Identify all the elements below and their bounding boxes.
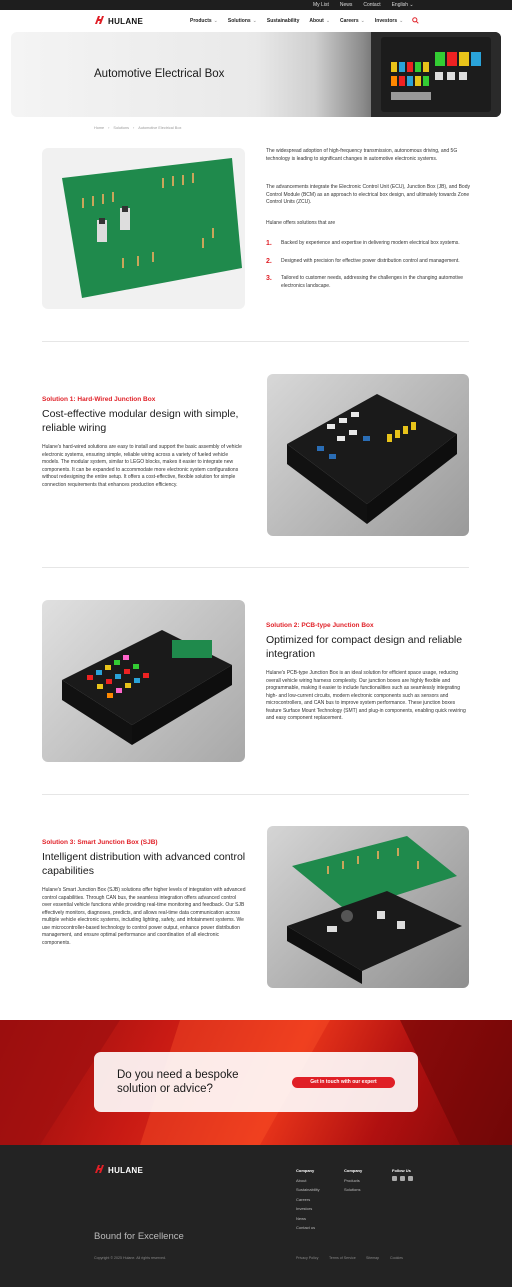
footer-link-solutions[interactable]: Solutions [344, 1185, 362, 1195]
list-item: 3. Tailored to customer needs, addressing… [266, 275, 470, 290]
chevron-right-icon: › [133, 126, 135, 130]
brand-logo[interactable]: HULANE [94, 16, 143, 27]
linkedin-icon[interactable] [392, 1176, 397, 1181]
contact-link[interactable]: Contact [363, 2, 380, 8]
chevron-down-icon: ⌄ [252, 18, 257, 24]
footer-link-products[interactable]: Products [344, 1176, 362, 1186]
solution-2-title: Optimized for compact design and reliabl… [266, 634, 463, 660]
intro-paragraph-3: Hulane offers solutions that are [266, 220, 336, 226]
cta-card: Do you need a bespoke solution or advice… [94, 1052, 418, 1112]
pcb-board-image [42, 148, 245, 309]
chevron-down-icon: ⌄ [399, 18, 404, 24]
menu-item-solutions[interactable]: Solutions ⌄ [228, 18, 257, 24]
primary-menu: Products ⌄ Solutions ⌄ Sustainability Abou… [190, 18, 403, 24]
main-nav: HULANE Products ⌄ Solutions ⌄ Sustainabili… [0, 10, 512, 32]
section-divider [42, 567, 469, 568]
footer-link-careers[interactable]: Careers [296, 1195, 320, 1205]
footer-link-about[interactable]: About [296, 1176, 320, 1186]
copyright-text: Copyright © 2025 Hulane. All rights rese… [94, 1256, 166, 1260]
footer-column-heading: Follow Us [392, 1168, 411, 1173]
solution-3-title: Intelligent distribution with advanced c… [42, 851, 246, 877]
footer-column-heading: Company [296, 1168, 315, 1173]
hero-banner: Automotive Electrical Box [11, 32, 501, 117]
menu-label: About [309, 18, 324, 24]
hard-wired-junction-box-image [267, 374, 469, 536]
chevron-down-icon: ⌄ [325, 18, 331, 24]
list-item: 1. Backed by experience and expertise in … [266, 240, 470, 248]
contact-expert-button[interactable]: Get in touch with our expert [292, 1077, 395, 1088]
list-text: Backed by experience and expertise in de… [281, 240, 460, 246]
menu-item-products[interactable]: Products ⌄ [190, 18, 218, 24]
youtube-icon[interactable] [408, 1176, 413, 1181]
menu-label: Careers [340, 18, 359, 24]
wechat-icon[interactable] [400, 1176, 405, 1181]
section-divider [42, 341, 469, 342]
advantages-list: 1. Backed by experience and expertise in … [266, 240, 470, 300]
footer-link-investors[interactable]: Investors [296, 1204, 320, 1214]
solution-1-body: Hulane's hard-wired solutions are easy t… [42, 444, 242, 488]
cta-question: Do you need a bespoke solution or advice… [117, 1069, 239, 1095]
solution-3-kicker: Solution 3: Smart Junction Box (SJB) [42, 839, 158, 846]
social-links [392, 1176, 413, 1181]
footer-company-column: Company About Sustainability Careers Inv… [296, 1166, 320, 1233]
language-label: English [391, 2, 408, 8]
menu-item-investors[interactable]: Investors ⌄ [375, 18, 403, 24]
breadcrumb: Home › Solutions › Automotive Electrical… [94, 126, 181, 130]
list-number: 2. [266, 257, 272, 265]
page-title: Automotive Electrical Box [94, 68, 225, 80]
hulane-logo-icon [94, 1165, 105, 1175]
terms-link[interactable]: Terms of Service [329, 1256, 356, 1260]
menu-item-careers[interactable]: Careers ⌄ [340, 18, 365, 24]
intro-paragraph-1: The widespread adoption of high-frequenc… [266, 148, 458, 162]
hulane-logo-icon [94, 16, 105, 27]
language-selector[interactable]: English ⌄ [392, 2, 414, 8]
intro-paragraph-2: The advancements integrate the Electroni… [266, 184, 470, 205]
news-link[interactable]: News [340, 2, 353, 8]
footer-link-sustainability[interactable]: Sustainability [296, 1185, 320, 1195]
list-number: 1. [266, 240, 272, 247]
footer-link-news[interactable]: News [296, 1214, 320, 1224]
chevron-right-icon: › [108, 126, 110, 130]
footer-column-heading: Company [344, 1168, 363, 1173]
footer-brand-name: HULANE [108, 1165, 144, 1175]
brand-name: HULANE [108, 17, 144, 26]
list-number: 3. [266, 275, 272, 282]
chevron-down-icon: ⌄ [213, 18, 218, 24]
list-text: Designed with precision for effective po… [281, 257, 460, 264]
footer: HULANE Company About Sustainability Care… [0, 1145, 512, 1287]
smart-junction-box-image [267, 826, 469, 988]
pcb-junction-box-image [42, 600, 245, 762]
solution-1-kicker: Solution 1: Hard-Wired Junction Box [42, 396, 156, 403]
breadcrumb-current: Automotive Electrical Box [138, 126, 182, 130]
menu-label: Products [190, 18, 212, 24]
section-divider [42, 794, 469, 795]
my-list-link[interactable]: My List [313, 2, 329, 8]
footer-link-contact[interactable]: Contact us [296, 1223, 320, 1233]
menu-item-about[interactable]: About ⌄ [309, 18, 330, 24]
list-text: Tailored to customer needs, addressing t… [281, 275, 464, 289]
menu-label: Investors [374, 18, 398, 24]
top-utility-bar: My List News Contact English ⌄ [0, 0, 512, 10]
fuse-box-photo [371, 32, 501, 117]
solution-2-body: Hulane's PCB-type Junction Box is an ide… [266, 670, 466, 721]
solution-3-body: Hulane's Smart Junction Box (SJB) soluti… [42, 887, 246, 946]
sitemap-link[interactable]: Sitemap [366, 1256, 379, 1260]
footer-products-column: Company Products Solutions [344, 1166, 362, 1195]
menu-item-sustainability[interactable]: Sustainability [267, 18, 300, 24]
list-item: 2. Designed with precision for effective … [266, 258, 470, 266]
chevron-down-icon: ⌄ [409, 2, 414, 8]
search-icon[interactable] [412, 17, 419, 24]
solution-2-kicker: Solution 2: PCB-type Junction Box [266, 622, 374, 629]
breadcrumb-home[interactable]: Home [94, 126, 104, 130]
menu-label: Sustainability [266, 18, 300, 24]
footer-follow-column: Follow Us [392, 1166, 411, 1176]
solution-1-title: Cost-effective modular design with simpl… [42, 408, 239, 434]
chevron-down-icon: ⌄ [360, 18, 365, 24]
menu-label: Solutions [227, 18, 251, 24]
footer-logo[interactable]: HULANE [94, 1165, 143, 1175]
footer-tagline: Bound for Excellence [94, 1231, 184, 1242]
breadcrumb-solutions[interactable]: Solutions [113, 126, 129, 130]
cookies-link[interactable]: Cookies [390, 1256, 403, 1260]
privacy-policy-link[interactable]: Privacy Policy [296, 1256, 318, 1260]
